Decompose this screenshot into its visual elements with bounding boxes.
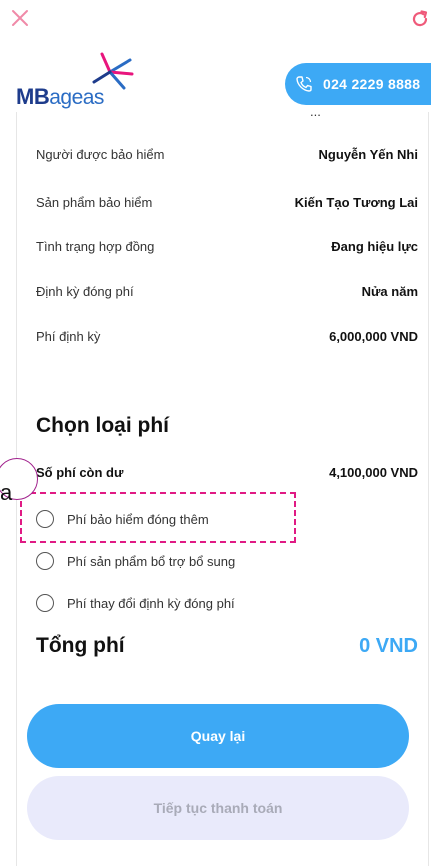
fee-option-rider[interactable]: Phí sản phẩm bổ trợ bổ sung — [36, 552, 235, 570]
mbageas-logo: MBageas — [16, 52, 136, 109]
fee-section-title: Chọn loại phí — [36, 414, 169, 437]
info-label: Phí định kỳ — [36, 328, 101, 344]
close-icon — [12, 10, 28, 26]
info-value: Nửa năm — [361, 283, 418, 299]
card-border-right — [428, 112, 429, 866]
close-button[interactable] — [8, 6, 32, 30]
total-value: 0 VND — [359, 634, 418, 657]
info-row-product: Sản phẩm bảo hiểm Kiến Tạo Tương Lai — [36, 192, 418, 212]
annotation-highlight-box — [20, 492, 296, 543]
info-label: Sản phẩm bảo hiểm — [36, 194, 153, 210]
info-row-status: Tình trạng hợp đồng Đang hiệu lực — [36, 236, 418, 256]
balance-row: Số phí còn dư 4,100,000 VND — [36, 465, 418, 480]
info-row-frequency: Định kỳ đóng phí Nửa năm — [36, 281, 418, 301]
radio-button[interactable] — [36, 594, 54, 612]
total-row: Tổng phí 0 VND — [36, 634, 418, 658]
payment-screen: MBageas 024 2229 8888 ... Người được bảo… — [0, 0, 431, 866]
continue-payment-button[interactable]: Tiếp tục thanh toán — [27, 776, 409, 840]
annotation-label: a — [0, 480, 13, 505]
info-value: Nguyễn Yến Nhi — [318, 146, 418, 162]
info-value: Đang hiệu lực — [331, 238, 418, 254]
refresh-icon — [412, 10, 428, 27]
info-value: Kiến Tạo Tương Lai — [294, 194, 418, 210]
hotline-number: 024 2229 8888 — [323, 76, 421, 92]
balance-value: 4,100,000 VND — [329, 465, 418, 480]
scrolled-cut-text: ... — [310, 112, 370, 120]
logo-ageas-text: ageas — [49, 86, 104, 109]
option-label: Phí thay đổi định kỳ đóng phí — [67, 595, 235, 611]
total-label: Tổng phí — [36, 634, 125, 657]
balance-label: Số phí còn dư — [36, 465, 124, 480]
info-label: Tình trạng hợp đồng — [36, 238, 155, 254]
logo-mb-text: MB — [16, 84, 50, 109]
radio-button[interactable] — [36, 552, 54, 570]
info-value: 6,000,000 VND — [329, 328, 418, 344]
hotline-button[interactable]: 024 2229 8888 — [285, 63, 431, 105]
info-label: Định kỳ đóng phí — [36, 283, 134, 299]
info-row-periodic-fee: Phí định kỳ 6,000,000 VND — [36, 326, 418, 346]
phone-icon — [296, 76, 312, 92]
info-label: Người được bảo hiểm — [36, 146, 165, 162]
option-label: Phí sản phẩm bổ trợ bổ sung — [67, 553, 236, 569]
back-button[interactable]: Quay lại — [27, 704, 409, 768]
fee-option-frequency-change[interactable]: Phí thay đổi định kỳ đóng phí — [36, 594, 235, 612]
refresh-button[interactable] — [409, 8, 431, 30]
info-row-insured: Người được bảo hiểm Nguyễn Yến Nhi — [36, 144, 418, 164]
